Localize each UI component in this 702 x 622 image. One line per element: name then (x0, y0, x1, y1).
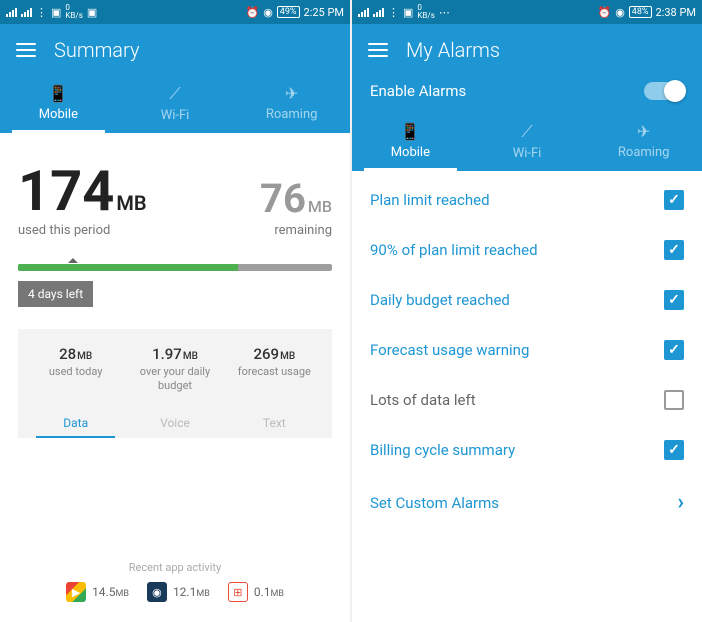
stats-tabs: Data Voice Text (26, 408, 324, 438)
stat-forecast: 269MB forecast usage (225, 345, 324, 394)
alarm-label: Daily budget reached (370, 291, 510, 309)
stats-tab-data[interactable]: Data (26, 408, 125, 438)
screen-summary: ⋮ ▣ 0KB/s ▣ ⏰ ◉ 49% 2:25 PM Summary 📱Mob… (0, 0, 350, 622)
stats-tab-text[interactable]: Text (225, 408, 324, 438)
remaining-value: 76 (260, 175, 306, 222)
signal-icon (373, 7, 384, 17)
stats-card: 28MB used today 1.97MB over your daily b… (18, 329, 332, 438)
more-icon: ⋮ (388, 6, 399, 19)
alarm-label: 90% of plan limit reached (370, 241, 538, 259)
set-custom-alarms[interactable]: Set Custom Alarms › (352, 475, 702, 530)
enable-alarms-row: Enable Alarms (352, 76, 702, 114)
menu-button[interactable] (16, 43, 36, 57)
alarm-list: Plan limit reached 90% of plan limit rea… (352, 171, 702, 622)
tab-wifi[interactable]: ⟋Wi-Fi (469, 114, 586, 171)
enable-alarms-label: Enable Alarms (370, 82, 466, 100)
alarm-label: Plan limit reached (370, 191, 490, 209)
app-bar: My Alarms (352, 24, 702, 76)
mobile-icon: 📱 (352, 122, 469, 141)
app-icon: ⊞ (228, 582, 248, 602)
status-bar: ⋮ ▣ 0KB/s ▣ ⏰ ◉ 49% 2:25 PM (0, 0, 350, 24)
enable-alarms-toggle[interactable] (644, 82, 684, 100)
stats-tab-voice[interactable]: Voice (125, 408, 224, 438)
network-tabs: 📱Mobile ⟋Wi-Fi ✈Roaming (0, 76, 350, 133)
alarm-checkbox[interactable] (664, 440, 684, 460)
signal-icon (6, 7, 17, 17)
alarm-label: Forecast usage warning (370, 341, 529, 359)
alarm-checkbox[interactable] (664, 290, 684, 310)
used-block: 174MB used this period (18, 163, 147, 238)
custom-alarms-label: Set Custom Alarms (370, 494, 499, 512)
summary-content: 174MB used this period 76MB remaining 4 … (0, 133, 350, 622)
alarm-checkbox[interactable] (664, 190, 684, 210)
alarm-checkbox[interactable] (664, 240, 684, 260)
tab-wifi[interactable]: ⟋Wi-Fi (117, 76, 234, 133)
alarm-plan-limit[interactable]: Plan limit reached (352, 175, 702, 225)
sim-icon: ▣ (51, 6, 61, 19)
recent-app-item[interactable]: ▶ 14.5MB (66, 582, 129, 602)
chevron-right-icon: › (677, 490, 684, 515)
tab-roaming[interactable]: ✈Roaming (233, 76, 350, 133)
used-value: 174 (18, 158, 114, 224)
battery-icon: 49% (277, 6, 300, 18)
alarm-billing-summary[interactable]: Billing cycle summary (352, 425, 702, 475)
app-bar: Summary (0, 24, 350, 76)
alarm-checkbox[interactable] (664, 340, 684, 360)
chat-icon: ⋯ (439, 6, 450, 19)
alarm-lots-data-left[interactable]: Lots of data left (352, 375, 702, 425)
play-store-icon: ▶ (66, 582, 86, 602)
page-title: Summary (54, 38, 139, 62)
status-time: 2:25 PM (304, 6, 344, 19)
alarm-daily-budget[interactable]: Daily budget reached (352, 275, 702, 325)
alarm-label: Billing cycle summary (370, 441, 515, 459)
screen-alarms: ⋮ ▣ 0KB/s ⋯ ⏰ ◉ 48% 2:38 PM My Alarms En… (352, 0, 702, 622)
tab-mobile[interactable]: 📱Mobile (0, 76, 117, 133)
days-left-badge: 4 days left (18, 281, 93, 307)
alarm-label: Lots of data left (370, 391, 476, 409)
status-bar: ⋮ ▣ 0KB/s ⋯ ⏰ ◉ 48% 2:38 PM (352, 0, 702, 24)
recent-activity: Recent app activity ▶ 14.5MB ◉ 12.1MB ⊞ … (18, 553, 332, 612)
wifi-icon: ⟋ (117, 84, 234, 104)
page-title: My Alarms (406, 38, 500, 62)
signal-icon (358, 7, 369, 17)
app-icon: ◉ (147, 582, 167, 602)
battery-icon: 48% (629, 6, 652, 18)
sim-icon: ▣ (403, 6, 413, 19)
plane-icon: ✈ (585, 122, 702, 141)
remaining-unit: MB (308, 197, 332, 216)
recent-app-item[interactable]: ◉ 12.1MB (147, 582, 210, 602)
plane-icon: ✈ (233, 84, 350, 103)
usage-progress: 4 days left (18, 264, 332, 307)
recent-title: Recent app activity (18, 561, 332, 574)
wifi-icon: ◉ (615, 6, 625, 19)
recent-app-item[interactable]: ⊞ 0.1MB (228, 582, 284, 602)
alarm-forecast-warning[interactable]: Forecast usage warning (352, 325, 702, 375)
used-unit: MB (116, 191, 146, 215)
tab-mobile[interactable]: 📱Mobile (352, 114, 469, 171)
mobile-icon: 📱 (0, 84, 117, 103)
alarm-checkbox[interactable] (664, 390, 684, 410)
remaining-block: 76MB remaining (260, 179, 332, 238)
more-icon: ⋮ (36, 6, 47, 19)
stat-over-budget: 1.97MB over your daily budget (125, 345, 224, 394)
stat-used-today: 28MB used today (26, 345, 125, 394)
alarm-icon: ⏰ (597, 6, 611, 19)
alarm-90-percent[interactable]: 90% of plan limit reached (352, 225, 702, 275)
status-time: 2:38 PM (656, 6, 696, 19)
tab-roaming[interactable]: ✈Roaming (585, 114, 702, 171)
remaining-label: remaining (260, 223, 332, 238)
signal-icon (21, 7, 32, 17)
alarm-icon: ⏰ (245, 6, 259, 19)
sim-icon: ▣ (87, 6, 97, 19)
wifi-icon: ⟋ (469, 122, 586, 142)
used-label: used this period (18, 223, 147, 238)
network-tabs: 📱Mobile ⟋Wi-Fi ✈Roaming (352, 114, 702, 171)
menu-button[interactable] (368, 43, 388, 57)
wifi-icon: ◉ (263, 6, 273, 19)
